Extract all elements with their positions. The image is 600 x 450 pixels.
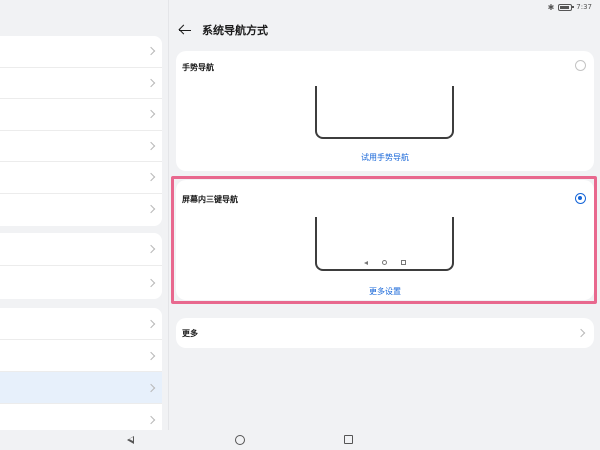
chevron-right-icon — [146, 78, 156, 87]
status-time: 7:37 — [576, 3, 592, 11]
more-settings-link[interactable]: 更多设置 — [176, 286, 594, 297]
more-label: 更多 — [182, 329, 198, 338]
back-triangle-icon — [363, 260, 368, 265]
list-item[interactable] — [0, 131, 162, 162]
page-title: 系统导航方式 — [202, 24, 268, 37]
list-item[interactable] — [0, 266, 162, 299]
back-arrow-icon[interactable] — [178, 23, 192, 37]
gesture-nav-title: 手势导航 — [182, 63, 214, 72]
three-key-nav-title: 屏幕内三键导航 — [182, 195, 238, 204]
chevron-right-icon — [146, 415, 156, 425]
list-item[interactable] — [0, 36, 162, 68]
chevron-right-icon — [146, 319, 156, 328]
chevron-right-icon — [146, 244, 156, 254]
bluetooth-icon: ✱ — [547, 2, 555, 12]
three-key-nav-radio[interactable] — [575, 193, 586, 204]
settings-group-3 — [0, 308, 162, 430]
three-key-nav-preview — [315, 217, 454, 271]
chevron-right-icon — [146, 110, 156, 119]
list-item[interactable] — [0, 99, 162, 131]
chevron-right-icon — [146, 173, 156, 182]
page-header: 系统导航方式 — [178, 20, 268, 40]
chevron-right-icon — [146, 351, 156, 360]
settings-group-2 — [0, 233, 162, 299]
list-item[interactable] — [0, 404, 162, 430]
list-item[interactable] — [0, 68, 162, 99]
chevron-right-icon — [146, 383, 156, 392]
panel-divider — [168, 0, 169, 430]
gesture-nav-radio[interactable] — [575, 60, 586, 71]
chevron-right-icon — [146, 141, 156, 150]
system-nav-bar — [0, 430, 600, 450]
settings-list-panel — [0, 0, 168, 430]
try-gesture-nav-link[interactable]: 试用手势导航 — [176, 152, 594, 163]
list-item[interactable] — [0, 233, 162, 266]
gesture-nav-preview — [315, 86, 454, 139]
chevron-right-icon — [146, 278, 156, 287]
list-item[interactable] — [0, 340, 162, 372]
settings-group-1 — [0, 36, 162, 226]
home-circle-icon — [381, 260, 387, 265]
preview-nav-keys — [317, 260, 452, 265]
list-item[interactable] — [0, 308, 162, 340]
more-card[interactable]: 更多 — [176, 318, 594, 348]
gesture-nav-card[interactable]: 手势导航 试用手势导航 — [176, 51, 594, 171]
system-recents-icon[interactable] — [344, 435, 353, 444]
list-item[interactable] — [0, 194, 162, 226]
list-item-selected[interactable] — [0, 372, 162, 404]
battery-icon — [558, 3, 575, 11]
system-home-icon[interactable] — [235, 435, 245, 445]
system-back-icon[interactable] — [127, 436, 134, 444]
three-key-nav-card[interactable]: 屏幕内三键导航 更多设置 — [176, 180, 594, 300]
recent-square-icon — [400, 260, 406, 265]
chevron-right-icon — [146, 205, 156, 214]
chevron-right-icon — [146, 47, 156, 56]
chevron-right-icon — [576, 328, 586, 338]
list-item[interactable] — [0, 162, 162, 194]
